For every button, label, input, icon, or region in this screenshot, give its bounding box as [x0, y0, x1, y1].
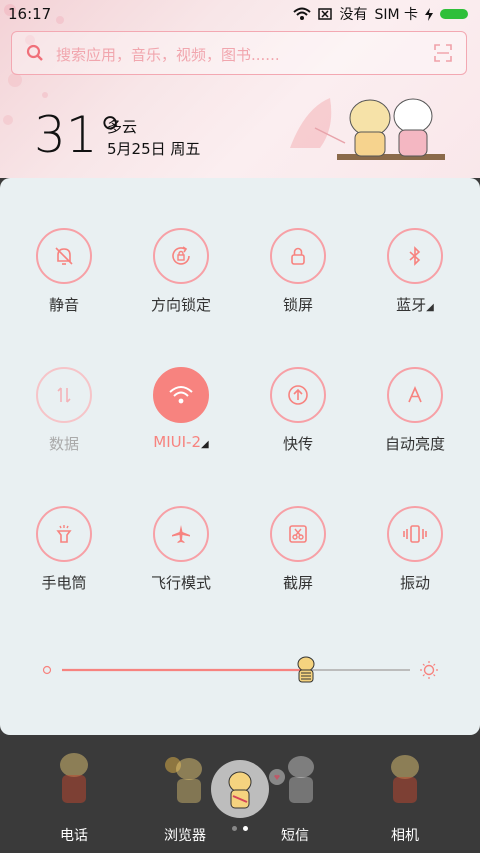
toggle-label: 快传: [282, 435, 313, 453]
toggle-vibrate[interactable]: 振动: [365, 506, 465, 593]
app-camera[interactable]: 相机: [360, 747, 450, 845]
toggle-label: 手电筒: [41, 574, 87, 592]
battery-icon: [440, 9, 468, 19]
charging-icon: [425, 7, 433, 21]
sim-text: SIM 卡: [374, 7, 418, 23]
upload-icon: [288, 385, 308, 405]
toggle-label: 方向锁定: [150, 296, 211, 314]
toggle-label: 自动亮度: [384, 435, 445, 453]
toggle-silent[interactable]: 静音: [14, 228, 114, 315]
weather-condition: 多云: [107, 118, 138, 136]
messages-app-icon: [269, 756, 314, 803]
data-arrows-icon: [57, 387, 71, 403]
bell-off-icon: [55, 247, 73, 265]
page-dot-active: [243, 826, 248, 831]
app-label: 电话: [60, 828, 88, 844]
airplane-icon: [172, 525, 190, 543]
toggle-screenshot[interactable]: 截屏: [248, 506, 348, 593]
brightness-slider[interactable]: [40, 655, 440, 685]
flashlight-icon: [56, 525, 72, 543]
toggle-label: MIUI-2: [153, 433, 202, 451]
search-placeholder: 搜索应用，音乐，视频，图书......: [56, 46, 280, 64]
wifi-status-icon: [293, 7, 312, 20]
toggle-label: 振动: [399, 574, 430, 592]
scan-icon[interactable]: [434, 44, 452, 62]
vibrate-icon: [403, 525, 427, 543]
browser-app-icon: [165, 757, 202, 803]
toggle-label: 数据: [48, 435, 79, 453]
tiger-avatar-icon: [228, 771, 252, 809]
expand-corner-icon: ◢: [201, 439, 209, 450]
toggle-label: 静音: [48, 296, 79, 314]
wifi-icon: [169, 386, 193, 404]
search-icon: [26, 44, 43, 61]
search-bar[interactable]: 搜索应用，音乐，视频，图书......: [11, 31, 467, 75]
toggle-label: 飞行模式: [150, 574, 211, 592]
no-service-text: 没有: [339, 7, 368, 23]
slider-thumb-tiger[interactable]: [293, 655, 319, 685]
auto-brightness-icon: [408, 385, 422, 403]
status-bar: 16:17 没有 SIM 卡: [0, 0, 480, 28]
toggle-label: 锁屏: [282, 296, 313, 314]
app-phone[interactable]: 电话: [29, 747, 119, 845]
status-time: 16:17: [8, 5, 52, 23]
toggle-label: 蓝牙: [396, 296, 427, 314]
app-label: 相机: [391, 828, 419, 844]
toggle-flashlight[interactable]: 手电筒: [14, 506, 114, 593]
toggle-auto-brightness[interactable]: 自动亮度: [365, 367, 465, 454]
camera-app-icon: [391, 755, 419, 803]
toggle-data[interactable]: 数据: [14, 367, 114, 454]
phone-app-icon: [60, 753, 88, 803]
no-sim-icon: [318, 8, 333, 20]
toggle-lock-screen[interactable]: 锁屏: [248, 228, 348, 315]
app-label: 短信: [281, 828, 309, 844]
screenshot-scissors-icon: [289, 525, 307, 543]
home-shortcut-button[interactable]: [211, 760, 269, 818]
weather-date: 5月25日 周五: [107, 140, 201, 158]
toggle-bluetooth[interactable]: 蓝牙◢: [365, 228, 465, 315]
toggle-wifi[interactable]: MIUI-2◢: [131, 367, 231, 451]
toggle-label: 截屏: [282, 574, 313, 592]
app-label: 浏览器: [164, 828, 206, 844]
cat-illustration: [290, 98, 445, 160]
toggle-airplane[interactable]: 飞行模式: [131, 506, 231, 593]
page-dot: [232, 826, 237, 831]
toggle-rotation-lock[interactable]: 方向锁定: [131, 228, 231, 315]
toggle-quick-transfer[interactable]: 快传: [248, 367, 348, 454]
rotation-lock-icon: [172, 246, 190, 265]
expand-corner-icon: ◢: [426, 302, 434, 313]
bluetooth-icon: [409, 246, 421, 266]
page-indicator: [232, 826, 248, 831]
lock-icon: [291, 247, 305, 265]
brightness-track: [42, 661, 438, 679]
